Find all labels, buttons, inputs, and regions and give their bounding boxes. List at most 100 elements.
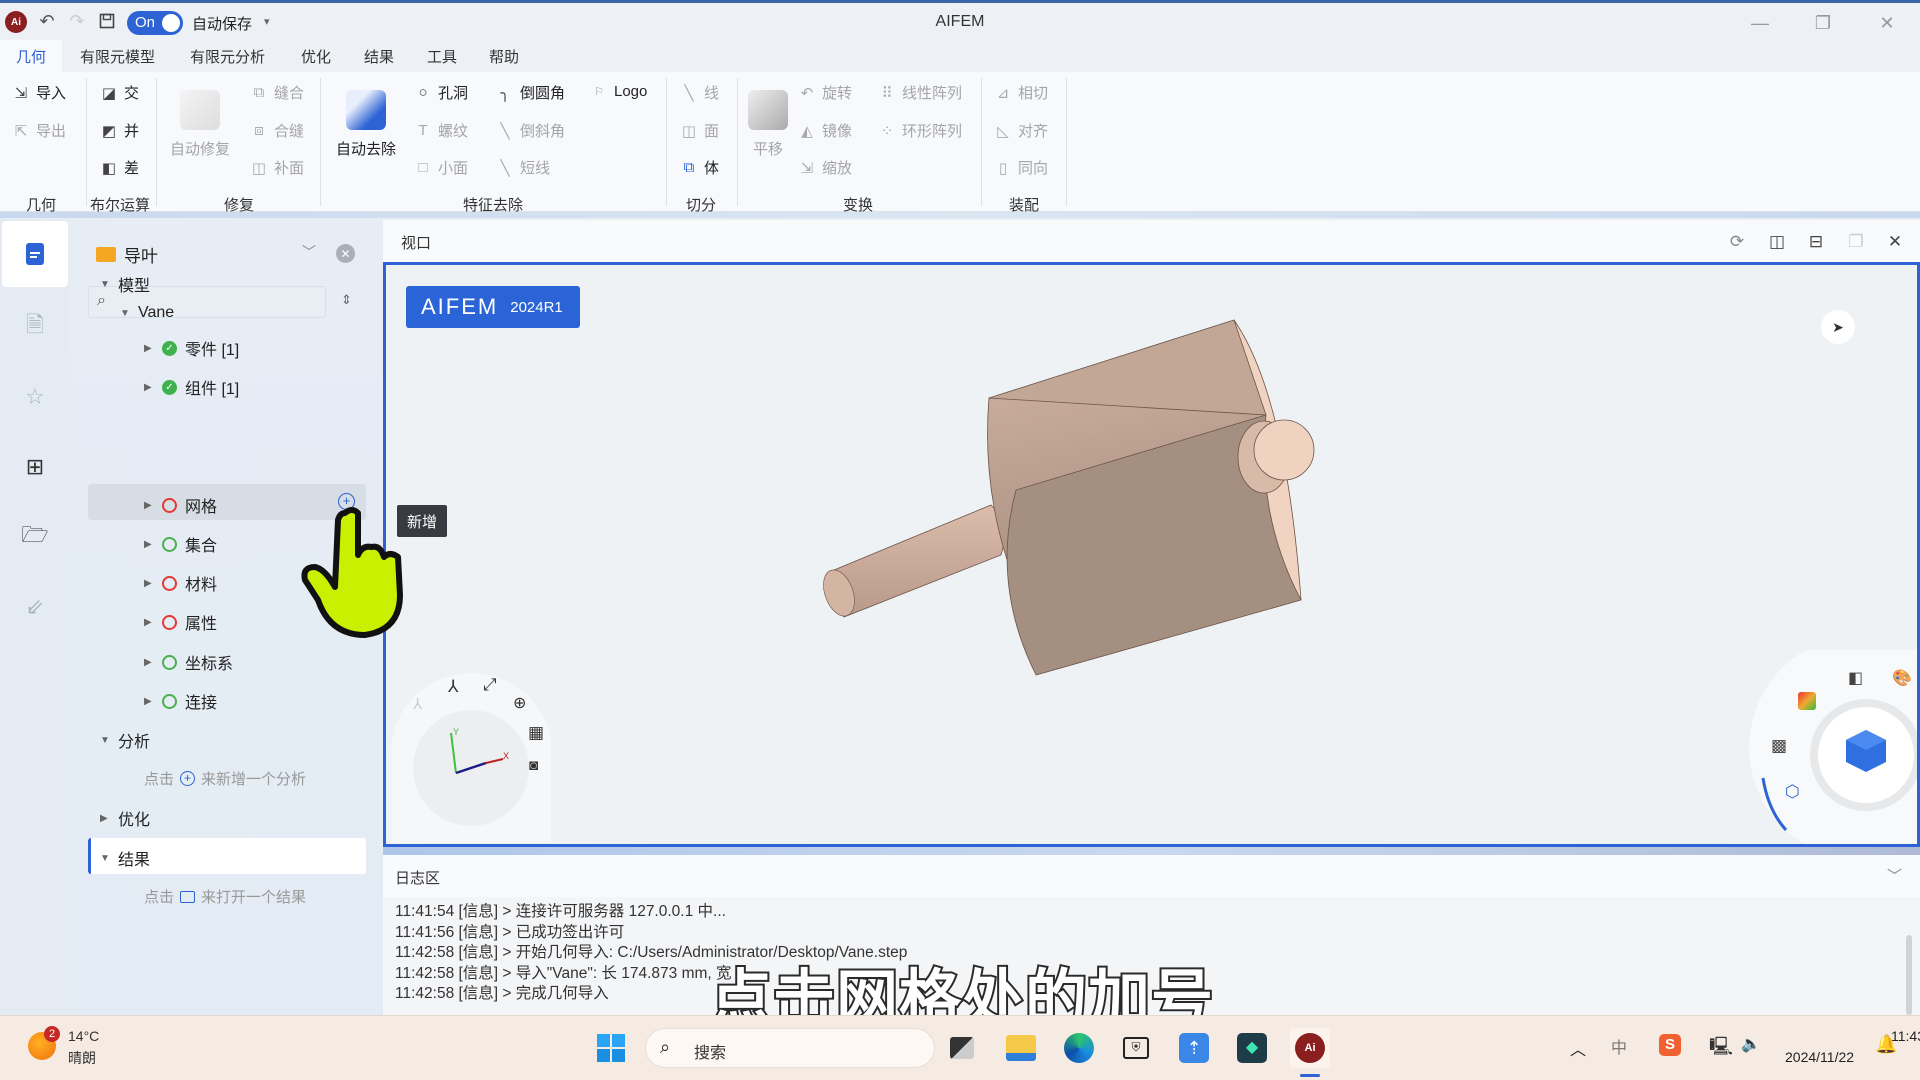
- caret-right-icon: ▶: [144, 616, 152, 628]
- chevron-up-icon[interactable]: ︿: [1570, 1036, 1586, 1060]
- tree-vane[interactable]: ▼ Vane: [120, 304, 174, 322]
- task-view-icon: [950, 1037, 974, 1059]
- rail-new-button[interactable]: ⊞: [2, 434, 68, 500]
- left-rail: 🗎 ☆ ⊞ 🗁 ⇙: [0, 218, 70, 1015]
- subtract-button[interactable]: ◧ 差: [100, 157, 139, 178]
- menu-bar: 几何 有限元模型 有限元分析 优化 结果 工具 帮助: [0, 40, 1920, 72]
- grid-icon[interactable]: ▦: [528, 723, 544, 743]
- tree-results[interactable]: ▼ 结果: [100, 846, 150, 870]
- menu-results[interactable]: 结果: [364, 46, 394, 67]
- expand-collapse-icon[interactable]: ⇕: [341, 292, 352, 308]
- taskbar-search[interactable]: ⌕ 搜索: [645, 1028, 935, 1068]
- tree-item-assemblies[interactable]: ▶ ✓ 组件 [1]: [144, 375, 239, 399]
- scale-button: ⇲ 缩放: [798, 157, 852, 178]
- svg-text:X: X: [503, 751, 509, 761]
- menu-geometry[interactable]: 几何: [0, 40, 63, 72]
- tree-item-properties[interactable]: ▶ 属性: [144, 610, 217, 634]
- wireframe-icon[interactable]: ▩: [1771, 736, 1787, 756]
- clock-date[interactable]: 2024/11/22: [1785, 1049, 1865, 1065]
- axis-view-icon[interactable]: ⅄: [448, 677, 458, 697]
- clock-time[interactable]: 11:43: [1785, 1028, 1920, 1044]
- chevron-down-icon[interactable]: ﹀: [302, 242, 316, 262]
- menu-optimization[interactable]: 优化: [301, 46, 331, 67]
- palette-icon[interactable]: 🎨: [1892, 668, 1912, 688]
- screenshot-icon[interactable]: ◙: [529, 757, 538, 774]
- close-viewport-icon[interactable]: ✕: [1883, 230, 1907, 254]
- aifem-taskbar-button[interactable]: Ai: [1290, 1028, 1330, 1068]
- rail-import-button[interactable]: ⇙: [2, 574, 68, 640]
- section-view-icon[interactable]: ◧: [1848, 668, 1863, 688]
- menu-help[interactable]: 帮助: [489, 46, 519, 67]
- start-button[interactable]: [591, 1028, 631, 1068]
- tree-item-materials[interactable]: ▶ 材料: [144, 571, 217, 595]
- close-icon[interactable]: ✕: [336, 244, 355, 263]
- rail-navigator-button[interactable]: [2, 221, 68, 287]
- app-upload-button[interactable]: ⇡: [1174, 1028, 1214, 1068]
- svg-text:Y: Y: [453, 727, 459, 737]
- folder-import-icon: ⇙: [25, 594, 45, 619]
- import-button[interactable]: ⇲ 导入: [12, 82, 66, 103]
- linear-pattern-icon: ⠿: [881, 84, 893, 102]
- tree-item-coordinate-systems[interactable]: ▶ 坐标系: [144, 650, 233, 674]
- rail-history-button[interactable]: 🗎: [2, 294, 68, 360]
- zoom-box-icon[interactable]: ⊕: [513, 693, 526, 713]
- menu-fe-model[interactable]: 有限元模型: [80, 46, 155, 67]
- tree-analysis[interactable]: ▼ 分析: [100, 728, 150, 752]
- ime-indicator[interactable]: 中: [1611, 1034, 1627, 1058]
- auto-remove-button[interactable]: 自动去除: [336, 90, 396, 159]
- group-divider: [320, 78, 321, 206]
- empty-circle-icon: [162, 614, 177, 630]
- document-clock-icon: 🗎: [26, 312, 44, 337]
- hole-button[interactable]: ○ 孔洞: [414, 82, 468, 103]
- menu-fe-analysis[interactable]: 有限元分析: [190, 46, 265, 67]
- panel-splitter[interactable]: [383, 847, 1920, 855]
- tree-item-sets[interactable]: ▶ 集合: [144, 532, 217, 556]
- union-button[interactable]: ◩ 并: [100, 120, 139, 141]
- fit-view-icon[interactable]: ⤢: [483, 675, 497, 695]
- patch-face-label: 补面: [274, 160, 305, 177]
- edge-browser-button[interactable]: [1059, 1028, 1099, 1068]
- tree-optimization[interactable]: ▶ 优化: [100, 806, 150, 830]
- vane-3d-model[interactable]: [386, 265, 1917, 844]
- split-body-button[interactable]: ⧉ 体: [680, 157, 719, 178]
- refresh-icon[interactable]: ⟳: [1725, 230, 1749, 254]
- color-display-icon[interactable]: [1798, 692, 1816, 710]
- minimize-button[interactable]: —: [1740, 9, 1780, 37]
- filmora-button[interactable]: ◆: [1232, 1028, 1272, 1068]
- same-direction-button: ▯ 同向: [994, 157, 1048, 178]
- restore-button[interactable]: ❐: [1803, 9, 1843, 37]
- security-app-button[interactable]: ⛨: [1116, 1028, 1156, 1068]
- log-scrollbar[interactable]: [1906, 935, 1912, 1015]
- task-view-button[interactable]: [942, 1028, 982, 1068]
- network-icon[interactable]: 🖳: [1709, 1034, 1733, 1064]
- union-icon: ◩: [101, 122, 117, 140]
- rotate-icon: ↶: [800, 84, 814, 102]
- hint-prefix: 点击: [144, 771, 175, 788]
- rail-open-button[interactable]: 🗁: [2, 504, 68, 570]
- menu-tools[interactable]: 工具: [427, 46, 457, 67]
- file-explorer-button[interactable]: [1001, 1028, 1041, 1068]
- chevron-down-icon[interactable]: ﹀: [1887, 865, 1902, 886]
- split-horizontal-icon[interactable]: ⊟: [1804, 230, 1828, 254]
- rail-favorites-button[interactable]: ☆: [2, 364, 68, 430]
- solid-view-icon[interactable]: ⬡: [1785, 782, 1800, 802]
- tree-item-mesh[interactable]: ▶ 网格: [144, 493, 217, 517]
- log-line: 11:41:56 [信息] > 已成功签出许可: [395, 923, 625, 941]
- notification-bell-icon[interactable]: 🔔: [1875, 1034, 1897, 1055]
- split-line-label: 线: [704, 85, 720, 102]
- intersect-button[interactable]: ◪ 交: [100, 82, 139, 103]
- volume-icon[interactable]: 🔈: [1741, 1034, 1761, 1054]
- fillet-button[interactable]: ╮ 倒圆角: [496, 82, 565, 103]
- folder-icon[interactable]: [180, 890, 196, 903]
- logo-button[interactable]: ⚐ Logo: [590, 82, 647, 100]
- add-circle-icon[interactable]: +: [180, 771, 196, 786]
- tree-item-connections[interactable]: ▶ 连接: [144, 689, 217, 713]
- thread-button: T 螺纹: [414, 120, 468, 141]
- tree-item-parts[interactable]: ▶ ✓ 零件 [1]: [144, 336, 239, 360]
- split-vertical-icon[interactable]: ◫: [1765, 230, 1789, 254]
- tree-model[interactable]: ▼ 模型: [100, 272, 150, 296]
- split-body-icon: ⧉: [683, 159, 695, 176]
- sogou-ime-icon[interactable]: S: [1659, 1034, 1681, 1056]
- viewport-canvas[interactable]: AIFEM 2024R1 ➤ Y X ⅄ ⅄ ⤢ ⊕ ▦ ◙ ◧ 🎨 ▩ ⬡: [383, 262, 1920, 847]
- close-button[interactable]: ✕: [1867, 9, 1907, 37]
